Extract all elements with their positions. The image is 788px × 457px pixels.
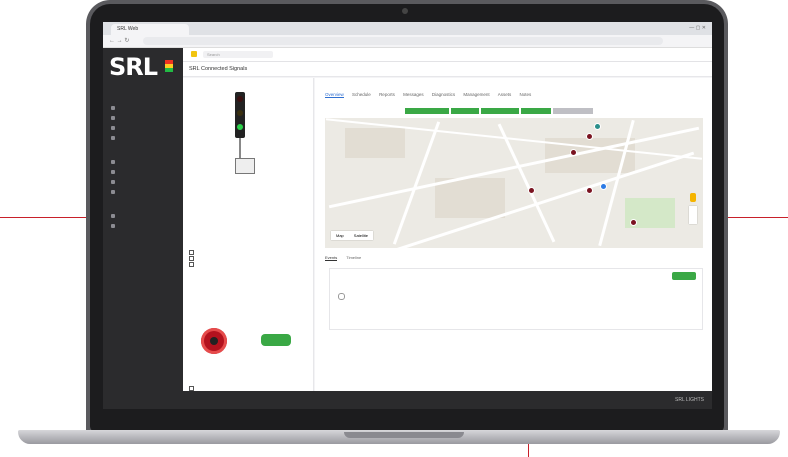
map-pin[interactable] <box>601 184 606 189</box>
tab-messages[interactable]: Messages <box>403 92 424 97</box>
sidebar-item[interactable] <box>111 158 177 166</box>
map-type-satellite[interactable]: Satellite <box>349 233 373 238</box>
tab-assets[interactable]: Assets <box>498 92 512 97</box>
map-pin[interactable] <box>529 188 534 193</box>
green-lamp <box>237 124 243 130</box>
srl-logo: SRL <box>109 54 177 80</box>
page-header: SRL Connected Signals <box>183 62 712 77</box>
main-content: Overview Schedule Reports Messages Diagn… <box>315 78 712 409</box>
map-pin[interactable] <box>595 124 600 129</box>
list-icon <box>111 213 115 218</box>
status-toggle-button[interactable] <box>261 334 291 346</box>
map-type-toggle: Map Satellite <box>331 231 374 240</box>
red-lamp <box>237 96 243 102</box>
footer-brand: SRL LIGHTS <box>675 397 704 403</box>
map-type-map[interactable]: Map <box>331 233 349 238</box>
list-icon <box>111 179 115 184</box>
map-block <box>435 178 505 218</box>
traffic-signal-image <box>235 92 245 138</box>
sidebar-item[interactable] <box>111 124 177 132</box>
map-pin[interactable] <box>587 188 592 193</box>
status-chip <box>553 108 593 114</box>
checkbox[interactable] <box>189 262 194 268</box>
status-chip <box>481 108 519 114</box>
card-action-button[interactable] <box>672 272 696 280</box>
sidebar-item[interactable] <box>111 212 177 220</box>
subtab-events[interactable]: Events <box>325 255 338 261</box>
event-card <box>329 268 703 330</box>
top-bar: Search <box>183 48 712 62</box>
event-icon <box>338 293 345 300</box>
street-view-icon[interactable] <box>690 193 696 202</box>
list-icon <box>111 135 115 140</box>
checkbox-item[interactable] <box>189 256 196 262</box>
laptop-screen: SRL Web — ▢ ✕ ← → ↻ SRL Search SRL Conne… <box>103 22 712 409</box>
signal-pole <box>239 138 241 158</box>
zoom-control[interactable] <box>689 206 697 224</box>
menu-icon[interactable] <box>191 51 197 57</box>
search-input[interactable]: Search <box>203 51 273 58</box>
traffic-light-icon <box>165 60 173 72</box>
page-title: SRL Connected Signals <box>189 66 248 72</box>
list-icon <box>111 169 115 174</box>
map-pin[interactable] <box>571 150 576 155</box>
checkbox-item[interactable] <box>189 262 196 268</box>
map-pin[interactable] <box>631 220 636 225</box>
list-icon <box>111 189 115 194</box>
signal-state-dial[interactable] <box>201 328 227 354</box>
signal-detail-panel <box>183 78 314 409</box>
url-field[interactable] <box>143 37 663 45</box>
status-chip <box>405 108 449 114</box>
browser-tab-bar: SRL Web — ▢ ✕ <box>103 22 712 35</box>
content-tabs: Overview Schedule Reports Messages Diagn… <box>325 92 538 98</box>
guide-line-bottom <box>528 444 529 457</box>
list-icon <box>111 223 115 228</box>
list-icon <box>111 125 115 130</box>
laptop-camera <box>402 8 408 14</box>
tab-management[interactable]: Management <box>463 92 489 97</box>
events-subtabs: Events Timeline <box>325 255 369 261</box>
sidebar-item[interactable] <box>111 168 177 176</box>
sidebar-item[interactable] <box>111 188 177 196</box>
window-controls[interactable]: — ▢ ✕ <box>689 25 706 31</box>
controller-box-icon <box>235 158 255 174</box>
address-bar: ← → ↻ <box>103 35 712 48</box>
map-block <box>345 128 405 158</box>
tab-reports[interactable]: Reports <box>379 92 395 97</box>
checkbox-item[interactable] <box>189 250 196 256</box>
tab-diagnostics[interactable]: Diagnostics <box>432 92 455 97</box>
map-view[interactable]: Map Satellite <box>325 118 703 248</box>
checkbox[interactable] <box>189 250 194 256</box>
status-chip-row <box>405 108 595 114</box>
subtab-timeline[interactable]: Timeline <box>346 255 361 260</box>
guide-line-left <box>0 217 90 218</box>
tab-overview[interactable]: Overview <box>325 92 344 98</box>
sidebar-item[interactable] <box>111 104 177 112</box>
logo-text: SRL <box>109 53 158 81</box>
map-pin[interactable] <box>587 134 592 139</box>
checkbox[interactable] <box>189 256 194 262</box>
tab-notes[interactable]: Notes <box>519 92 531 97</box>
list-icon <box>111 159 115 164</box>
list-icon <box>111 115 115 120</box>
sidebar-item[interactable] <box>111 222 177 230</box>
guide-line-right <box>724 217 788 218</box>
laptop-hinge-notch <box>344 432 464 438</box>
sidebar-item[interactable] <box>111 178 177 186</box>
status-chip <box>521 108 551 114</box>
browser-tab[interactable]: SRL Web <box>111 24 189 35</box>
sidebar: SRL <box>103 48 183 409</box>
status-chip <box>451 108 479 114</box>
footer: SRL LIGHTS <box>183 391 712 409</box>
tab-schedule[interactable]: Schedule <box>352 92 371 97</box>
home-icon <box>111 105 115 110</box>
nav-arrows-icon[interactable]: ← → ↻ <box>109 37 129 44</box>
sidebar-item[interactable] <box>111 114 177 122</box>
amber-lamp <box>237 110 243 116</box>
sidebar-item[interactable] <box>111 134 177 142</box>
